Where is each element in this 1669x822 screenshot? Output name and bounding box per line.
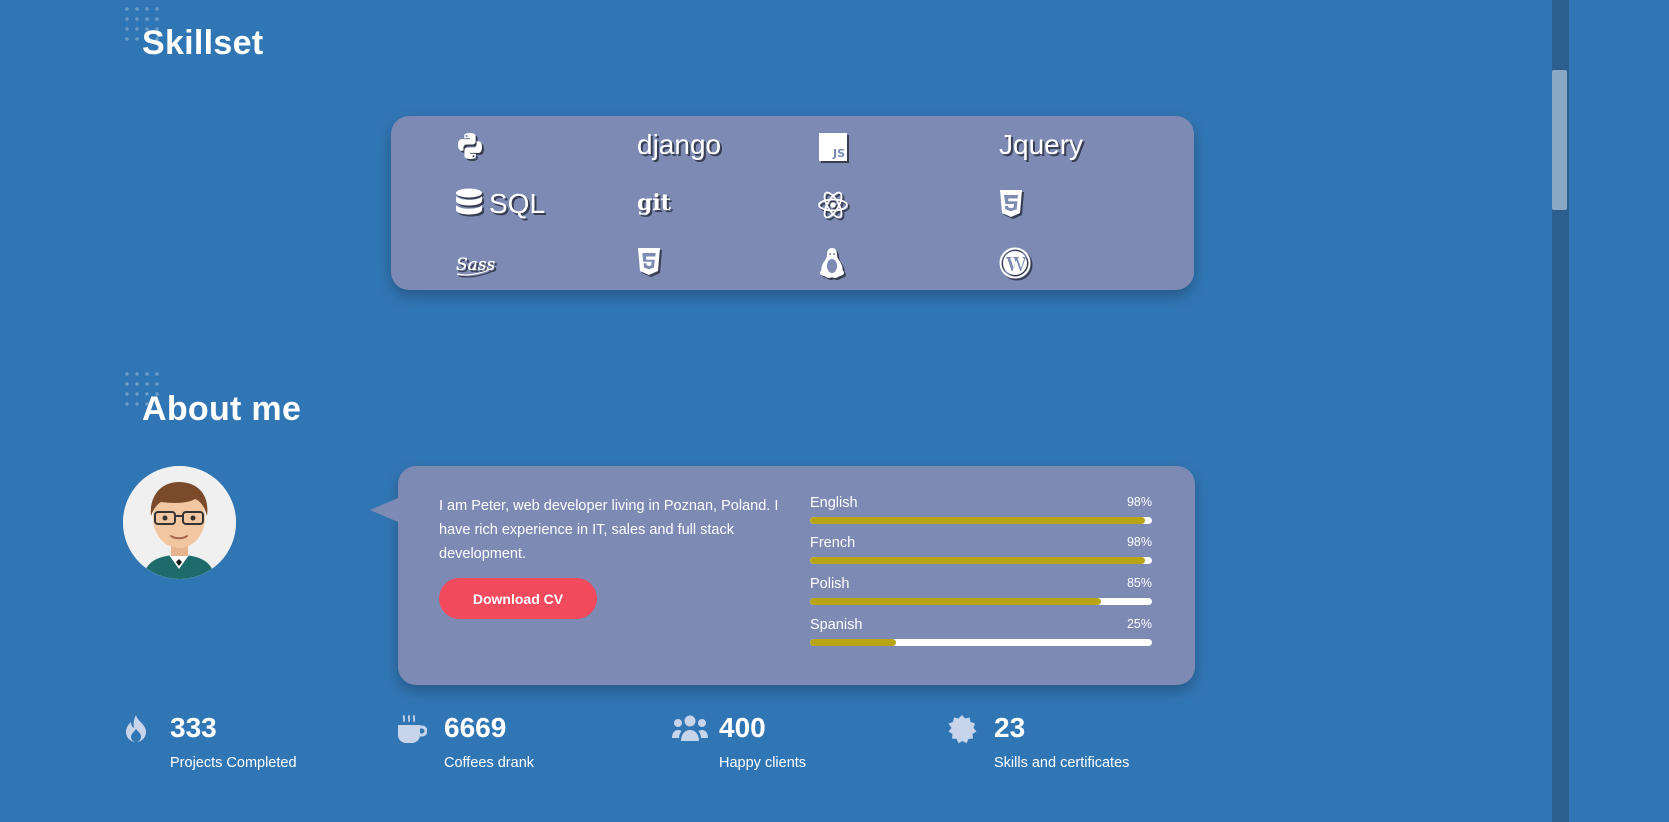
skill-django: django (637, 129, 721, 161)
skill-label: django (637, 129, 722, 160)
react-icon (817, 190, 849, 220)
css3-icon (999, 190, 1023, 218)
fire-icon (123, 714, 149, 749)
wordpress-icon (999, 247, 1031, 279)
skill-label: Jquery (999, 129, 1084, 160)
stat-label: Coffees drank (444, 755, 535, 771)
svg-text:JS: JS (832, 147, 845, 160)
skill-html5 (637, 248, 661, 276)
stat-number: 23 (994, 712, 1026, 743)
language-name: English (810, 495, 858, 511)
language-percent: 25% (1126, 617, 1152, 631)
stat-number: 400 (719, 712, 766, 743)
skills-card: django JS Jquery SQL git Sass (391, 116, 1194, 290)
progress-track (810, 639, 1152, 646)
git-icon: git (637, 190, 671, 216)
progress-track (810, 557, 1152, 564)
javascript-icon: JS (819, 133, 847, 161)
language-spanish: Spanish 25% (810, 617, 1152, 646)
progress-track (810, 598, 1152, 605)
skill-wordpress (999, 247, 1031, 279)
language-name: Polish (810, 576, 850, 592)
stat-number: 333 (170, 712, 217, 743)
language-name: French (810, 535, 856, 551)
stat-label: Projects Completed (170, 755, 297, 771)
certificate-icon (947, 714, 977, 749)
language-percent: 85% (1126, 576, 1152, 590)
sass-icon: Sass (455, 250, 495, 278)
language-percent: 98% (1126, 535, 1152, 549)
python-icon (455, 131, 485, 161)
svg-text:Sass: Sass (456, 255, 495, 275)
html5-icon (637, 248, 661, 276)
language-polish: Polish 85% (810, 576, 1152, 605)
language-percent: 98% (1126, 495, 1152, 509)
about-card: I am Peter, web developer living in Pozn… (370, 466, 1195, 685)
language-name: Spanish (810, 617, 863, 633)
progress-track (810, 517, 1152, 524)
scrollbar-thumb[interactable] (1552, 70, 1567, 210)
progress-fill (810, 598, 1101, 605)
about-title: About me (142, 390, 302, 428)
database-icon (455, 188, 483, 220)
stat-label: Happy clients (719, 755, 807, 771)
skill-label: SQL (489, 188, 546, 219)
skill-linux (819, 247, 845, 279)
progress-fill (810, 557, 1146, 564)
download-cv-button[interactable]: Download CV (439, 578, 597, 619)
coffee-icon (397, 714, 428, 751)
avatar (123, 466, 236, 579)
stat-number: 6669 (444, 712, 507, 743)
skill-sass: Sass (455, 250, 495, 278)
skill-git: git (637, 190, 671, 216)
bio-text: I am Peter, web developer living in Pozn… (439, 498, 779, 562)
skill-python (455, 131, 485, 161)
skill-sql: SQL (455, 188, 545, 220)
progress-fill (810, 517, 1146, 524)
skill-css3 (999, 190, 1023, 218)
language-french: French 98% (810, 535, 1152, 564)
stat-label: Skills and certificates (994, 755, 1130, 771)
linux-icon (819, 247, 845, 279)
skillset-title: Skillset (142, 24, 264, 62)
users-icon (672, 714, 708, 747)
language-english: English 98% (810, 495, 1152, 524)
skill-jquery: Jquery (999, 129, 1083, 161)
skill-javascript: JS (819, 133, 847, 161)
progress-fill (810, 639, 896, 646)
skill-react (817, 190, 849, 220)
